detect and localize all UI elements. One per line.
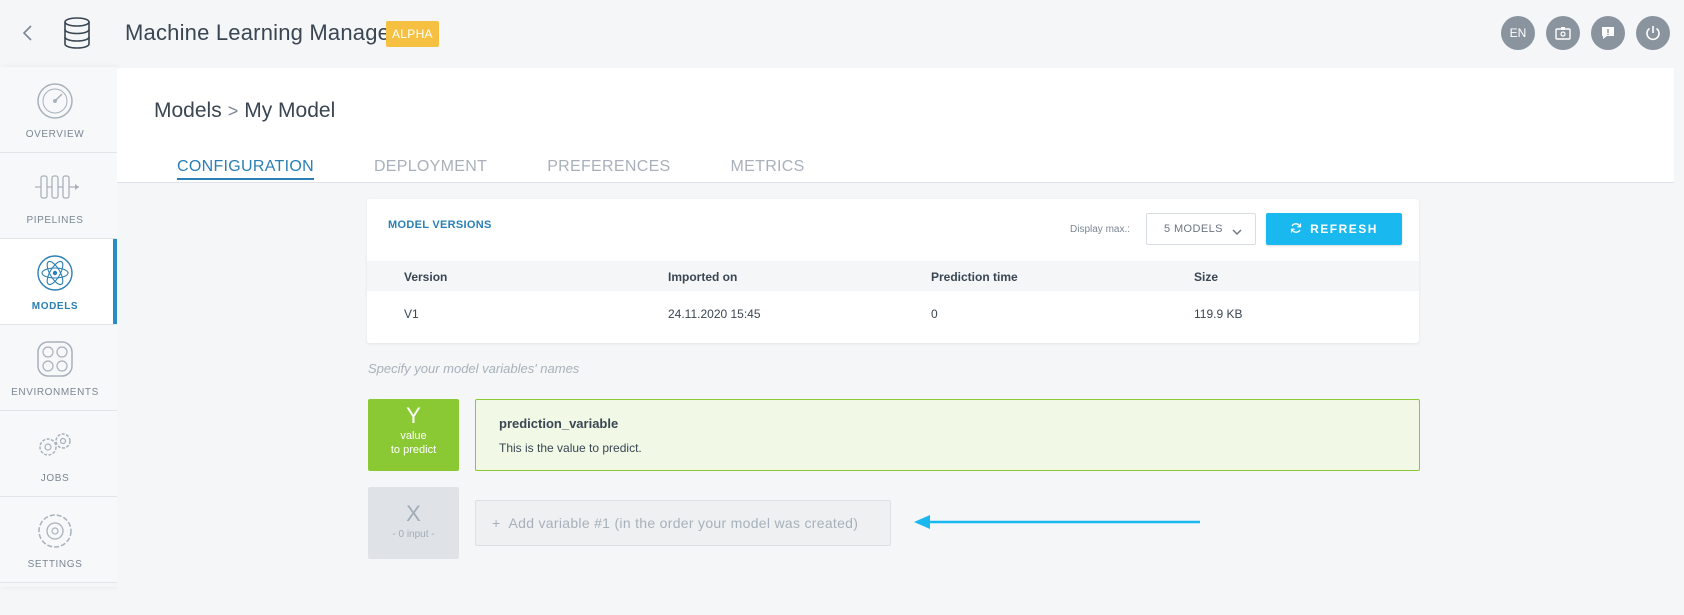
table-row[interactable]: V1 24.11.2020 15:45 0 119.9 KB bbox=[367, 291, 1419, 335]
language-button[interactable]: EN bbox=[1501, 16, 1535, 50]
tab-metrics[interactable]: METRICS bbox=[731, 158, 805, 180]
sidebar-item-environments[interactable]: ENVIRONMENTS bbox=[0, 325, 117, 411]
sidebar-item-label: JOBS bbox=[40, 473, 70, 484]
power-icon[interactable] bbox=[1636, 16, 1670, 50]
tab-preferences[interactable]: PREFERENCES bbox=[547, 158, 670, 180]
chevron-down-icon bbox=[1231, 221, 1243, 235]
sidebar-item-label: PIPELINES bbox=[26, 215, 84, 226]
sidebar-item-label: SETTINGS bbox=[27, 559, 83, 570]
cell-size: 119.9 KB bbox=[1194, 307, 1243, 321]
add-variable-button[interactable]: + Add variable #1 (in the order your mode… bbox=[475, 500, 891, 546]
y-sub-line2: to predict bbox=[390, 444, 437, 456]
speedometer-icon bbox=[35, 81, 75, 121]
variables-hint: Specify your model variables' names bbox=[368, 361, 580, 376]
refresh-icon bbox=[1290, 222, 1302, 237]
column-header-size: Size bbox=[1194, 270, 1219, 284]
settings-gear-icon bbox=[35, 511, 75, 551]
id-card-icon[interactable] bbox=[1546, 16, 1580, 50]
page-header: Models > My Model CONFIGURATION DEPLOYME… bbox=[117, 68, 1674, 183]
sidebar-item-jobs[interactable]: JOBS bbox=[0, 411, 117, 497]
sidebar-item-label: MODELS bbox=[31, 301, 79, 312]
sidebar-item-settings[interactable]: SETTINGS bbox=[0, 497, 117, 583]
breadcrumb: Models > My Model bbox=[154, 99, 335, 123]
breadcrumb-separator: > bbox=[227, 100, 239, 121]
top-header: Machine Learning Manager ALPHA EN bbox=[0, 0, 1684, 66]
display-max-label: Display max.: bbox=[1070, 224, 1131, 235]
column-header-imported-on: Imported on bbox=[668, 270, 738, 284]
breadcrumb-models-link[interactable]: Models bbox=[154, 99, 222, 123]
main-panel: Models > My Model CONFIGURATION DEPLOYME… bbox=[117, 68, 1674, 615]
y-variable-description: This is the value to predict. bbox=[499, 441, 642, 455]
feedback-icon[interactable] bbox=[1591, 16, 1625, 50]
app-title: Machine Learning Manager bbox=[125, 20, 398, 45]
refresh-button[interactable]: REFRESH bbox=[1266, 213, 1402, 245]
back-chevron-icon[interactable] bbox=[18, 20, 38, 46]
column-header-version: Version bbox=[404, 270, 448, 284]
page-title: My Model bbox=[244, 99, 336, 122]
display-max-select[interactable]: 5 MODELS bbox=[1146, 213, 1256, 245]
alpha-badge: ALPHA bbox=[386, 21, 439, 47]
sidebar-item-label: ENVIRONMENTS bbox=[11, 387, 99, 398]
y-variable-name[interactable]: prediction_variable bbox=[499, 416, 618, 431]
y-sub-line1: value bbox=[400, 430, 427, 442]
cell-version: V1 bbox=[404, 307, 419, 321]
display-max-value: 5 MODELS bbox=[1164, 223, 1223, 235]
sidebar-item-models[interactable]: MODELS bbox=[0, 239, 117, 325]
database-logo-icon bbox=[59, 15, 95, 51]
gears-icon bbox=[35, 425, 75, 465]
add-variable-label: Add variable #1 (in the order your model… bbox=[508, 515, 859, 531]
nodes-icon bbox=[35, 339, 75, 379]
top-actions: EN bbox=[1501, 16, 1670, 50]
y-variable-badge: Y value to predict bbox=[368, 399, 459, 471]
sidebar-item-overview[interactable]: OVERVIEW bbox=[0, 67, 117, 153]
tab-bar: CONFIGURATION DEPLOYMENT PREFERENCES MET… bbox=[177, 158, 865, 180]
tab-deployment[interactable]: DEPLOYMENT bbox=[374, 158, 487, 180]
x-variable-badge: X - 0 input - bbox=[368, 487, 459, 559]
x-letter: X bbox=[406, 501, 421, 526]
sidebar-item-label: OVERVIEW bbox=[25, 129, 85, 140]
sidebar: OVERVIEW PIPELINES MODELS ENVIRONMENTS J… bbox=[0, 67, 117, 587]
sidebar-item-pipelines[interactable]: PIPELINES bbox=[0, 153, 117, 239]
cell-prediction-time: 0 bbox=[931, 307, 938, 321]
pipeline-icon bbox=[35, 167, 79, 207]
refresh-label: REFRESH bbox=[1310, 222, 1378, 236]
plus-icon: + bbox=[492, 515, 501, 531]
card-title: MODEL VERSIONS bbox=[388, 219, 492, 231]
pointer-arrow-icon bbox=[914, 513, 1200, 531]
column-header-prediction-time: Prediction time bbox=[931, 270, 1018, 284]
model-versions-card: MODEL VERSIONS Display max.: 5 MODELS RE… bbox=[367, 199, 1419, 343]
cell-imported-on: 24.11.2020 15:45 bbox=[668, 307, 761, 321]
table-header: Version Imported on Prediction time Size bbox=[367, 261, 1419, 291]
tab-configuration[interactable]: CONFIGURATION bbox=[177, 158, 314, 180]
y-letter: Y bbox=[406, 403, 421, 428]
atom-icon bbox=[35, 253, 75, 293]
y-variable-panel[interactable]: prediction_variable This is the value to… bbox=[475, 399, 1420, 471]
x-input-count: - 0 input - bbox=[392, 529, 435, 540]
